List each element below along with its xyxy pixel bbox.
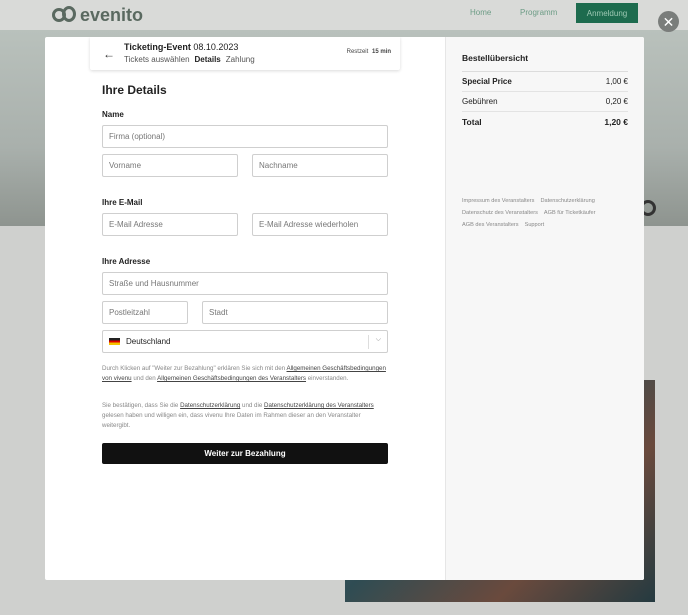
email-input[interactable]: E-Mail Adresse	[102, 213, 238, 236]
back-arrow-icon[interactable]: ←	[103, 47, 115, 61]
support-link[interactable]: Support	[525, 222, 545, 228]
logo-mark-icon	[52, 6, 78, 24]
summary-value: 0,20 €	[605, 97, 628, 106]
checkout-modal: ← Ticketing-Event 08.10.2023 Tickets aus…	[45, 37, 644, 580]
summary-row-total: Total 1,20 €	[462, 111, 628, 131]
event-header: ← Ticketing-Event 08.10.2023 Tickets aus…	[90, 37, 400, 70]
city-input[interactable]: Stadt	[202, 301, 388, 324]
privacy-notice: Sie bestätigen, dass Sie die Datenschutz…	[102, 401, 388, 431]
zip-input[interactable]: Postleitzahl	[102, 301, 188, 324]
company-input[interactable]: Firma (optional)	[102, 125, 388, 148]
imprint-link[interactable]: Impressum des Veranstalters	[462, 198, 534, 204]
select-divider	[368, 335, 369, 349]
step-details: Details	[194, 55, 221, 64]
continue-to-payment-button[interactable]: Weiter zur Bezahlung	[102, 443, 388, 464]
terms-notice: Durch Klicken auf "Weiter zur Bezahlung"…	[102, 364, 388, 384]
summary-value: 1,20 €	[604, 116, 628, 127]
terms-text: einverstanden.	[306, 375, 349, 382]
logo-text: evenito	[80, 4, 144, 25]
close-modal-button[interactable]: ✕	[658, 11, 679, 32]
checkout-steps: Tickets auswählen Details Zahlung	[124, 55, 255, 64]
name-section-label: Name	[102, 110, 124, 119]
step-tickets[interactable]: Tickets auswählen	[124, 55, 190, 64]
privacy-policy-link[interactable]: Datenschutzerklärung	[540, 198, 594, 204]
buyer-terms-link[interactable]: AGB für Ticketkäufer	[544, 210, 596, 216]
organizer-privacy-link[interactable]: Datenschutzerklärung des Veranstalters	[264, 402, 374, 409]
organizer-privacy-link[interactable]: Datenschutz des Veranstalters	[462, 210, 538, 216]
privacy-text: gelesen haben und willigen ein, dass viv…	[102, 412, 361, 429]
register-button: Anmeldung	[576, 3, 638, 23]
nav-programm-link: Programm	[520, 8, 558, 17]
organizer-terms-link[interactable]: AGB des Veranstalters	[462, 222, 519, 228]
summary-label: Gebühren	[462, 97, 498, 106]
evenito-logo: evenito	[52, 4, 143, 26]
summary-row-price: Special Price 1,00 €	[462, 71, 628, 91]
nav-home-link: Home	[470, 8, 492, 17]
step-payment: Zahlung	[225, 55, 255, 64]
terms-text: und den	[131, 375, 158, 382]
summary-value: 1,00 €	[605, 77, 628, 86]
street-input[interactable]: Straße und Hausnummer	[102, 272, 388, 295]
country-value: Deutschland	[126, 337, 171, 346]
email-section-label: Ihre E-Mail	[102, 198, 143, 207]
address-section-label: Ihre Adresse	[102, 257, 151, 266]
firstname-input[interactable]: Vorname	[102, 154, 238, 177]
privacy-text: und die	[240, 402, 265, 409]
summary-title: Bestellübersicht	[462, 53, 529, 63]
event-date: 08.10.2023	[193, 42, 239, 52]
summary-row-fees: Gebühren 0,20 €	[462, 91, 628, 111]
timer-label: Restzeit	[346, 49, 369, 55]
footer-links: Impressum des Veranstalters Datenschutzer…	[462, 195, 628, 231]
remaining-time: Restzeit 15 min	[347, 49, 391, 55]
lastname-input[interactable]: Nachname	[252, 154, 388, 177]
event-name: Ticketing-Event	[124, 42, 191, 52]
terms-text: Durch Klicken auf "Weiter zur Bezahlung"…	[102, 365, 287, 372]
summary-label: Special Price	[462, 77, 512, 86]
event-title: Ticketing-Event 08.10.2023	[124, 42, 238, 52]
privacy-link[interactable]: Datenschutzerklärung	[180, 402, 240, 409]
close-icon: ✕	[662, 13, 675, 30]
summary-label: Total	[462, 116, 482, 127]
order-summary: Bestellübersicht Special Price 1,00 € Ge…	[445, 37, 644, 580]
germany-flag-icon	[109, 338, 120, 345]
chevron-down-icon: ⌵	[375, 336, 381, 343]
organizer-terms-link[interactable]: Allgemeinen Geschäftsbedingungen des Ver…	[157, 375, 306, 382]
timer-value: 15 min	[371, 49, 391, 55]
privacy-text: Sie bestätigen, dass Sie die	[102, 402, 181, 409]
email-repeat-input[interactable]: E-Mail Adresse wiederholen	[252, 213, 388, 236]
form-title: Ihre Details	[102, 83, 167, 97]
checkout-main: ← Ticketing-Event 08.10.2023 Tickets aus…	[45, 37, 445, 580]
country-select[interactable]: Deutschland ⌵	[102, 330, 388, 353]
